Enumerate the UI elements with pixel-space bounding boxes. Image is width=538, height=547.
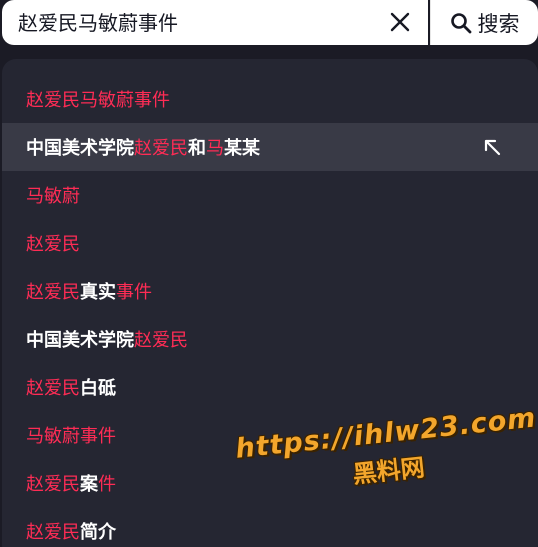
suggestion-item[interactable]: 赵爱民 白砥 [2,363,538,411]
suggestion-item[interactable]: 赵爱民 真实 事件 [2,267,538,315]
suggestion-text: 中国美术学院 [26,330,134,351]
search-icon [450,12,471,33]
suggestion-highlight-text: 赵爱民 [134,330,188,351]
suggestion-highlight-text: 赵爱民 [26,282,80,303]
suggestion-text: 真实 [80,282,116,303]
suggestion-highlight-text: 赵爱民 [134,138,188,159]
suggestion-item[interactable]: 赵爱民马敏蔚事件 [2,75,538,123]
search-button[interactable]: 搜索 [430,0,538,45]
suggestion-highlight-text: 马敏蔚事件 [26,426,116,447]
suggestion-item[interactable]: 中国美术学院 赵爱民 [2,315,538,363]
suggestion-highlight-text: 赵爱民 [26,234,80,255]
suggestion-item[interactable]: 赵爱民 简介 [2,507,538,547]
suggestion-text: 和 [188,138,206,159]
suggestion-text: 案 [80,474,98,495]
suggestion-highlight-text: 赵爱民 [26,474,80,495]
suggestion-item[interactable]: 马敏蔚 [2,171,538,219]
suggestion-item[interactable]: 赵爱民 [2,219,538,267]
suggestion-highlight-text: 件 [98,474,116,495]
close-icon [390,12,410,32]
suggestion-highlight-text: 赵爱民马敏蔚事件 [26,90,170,111]
suggestion-text: 某某 [224,138,260,159]
search-input[interactable] [2,0,372,43]
suggestion-item[interactable]: 中国美术学院 赵爱民和马某某 [2,123,538,171]
search-page: 搜索 赵爱民马敏蔚事件中国美术学院赵爱民和马某某马敏蔚赵爱民赵爱民真实事件中国美… [0,0,538,547]
suggestion-highlight-text: 赵爱民 [26,522,80,543]
arrow-up-left-icon[interactable] [480,135,504,159]
clear-button[interactable] [384,7,416,37]
suggestion-text: 简介 [80,522,116,543]
suggestion-highlight-text: 马敏蔚 [26,186,80,207]
suggestion-highlight-text: 事件 [116,282,152,303]
suggestion-highlight-text: 赵爱民 [26,378,80,399]
search-button-label: 搜索 [477,11,520,36]
suggestion-text: 白砥 [80,378,116,399]
suggestion-highlight-text: 马 [206,138,224,159]
suggestion-text: 中国美术学院 [26,138,134,159]
search-input-wrap [2,0,428,45]
search-bar: 搜索 [0,0,538,47]
